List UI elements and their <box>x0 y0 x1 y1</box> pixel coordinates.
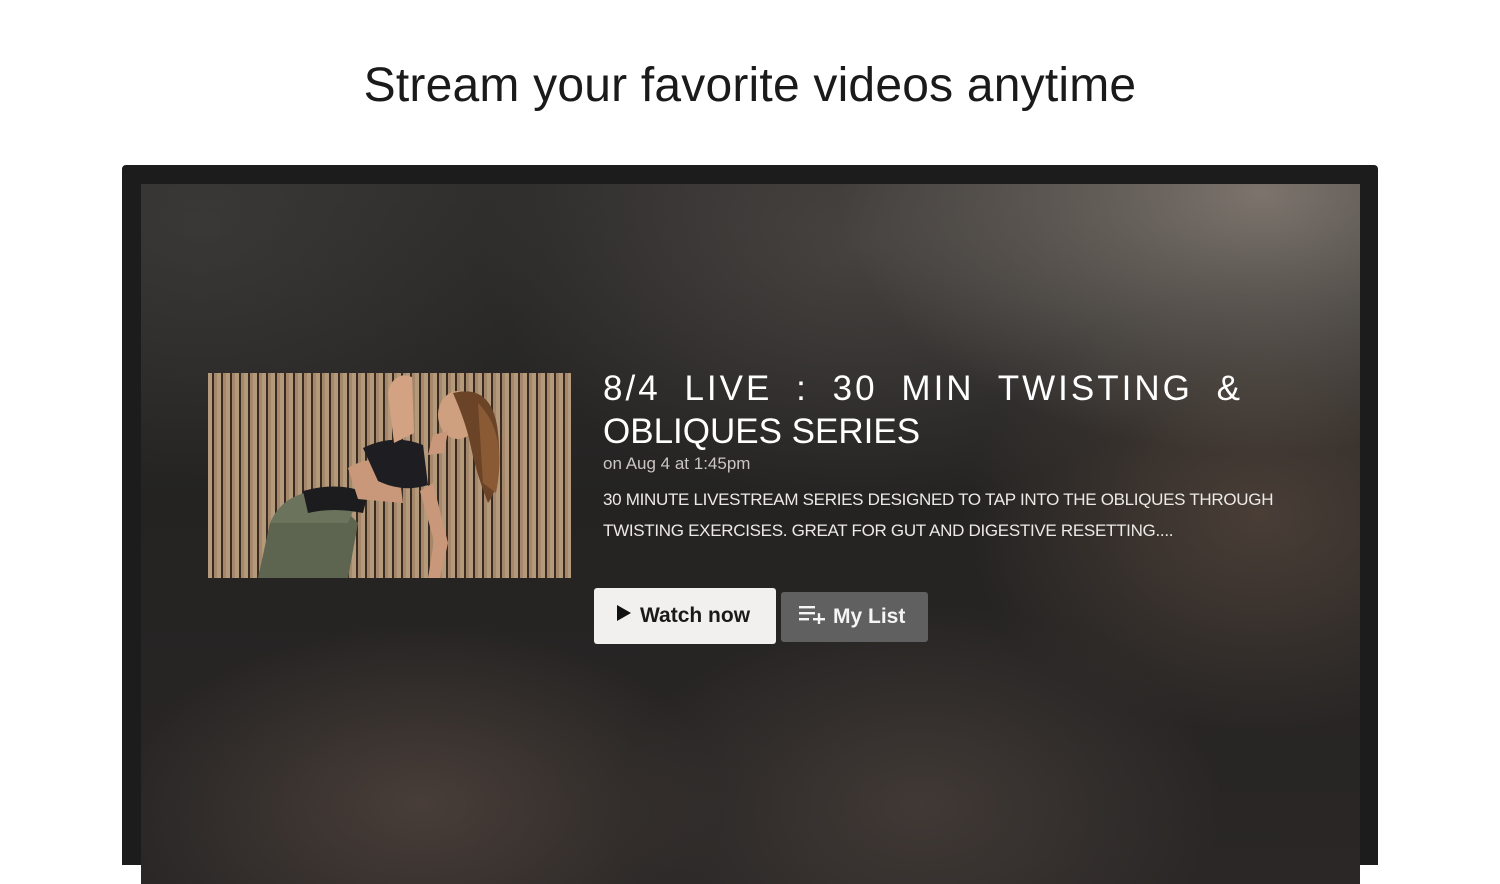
watch-now-label: Watch now <box>640 604 751 627</box>
video-date: on Aug 4 at 1:45pm <box>603 454 751 473</box>
my-list-button[interactable]: My List <box>781 592 928 642</box>
playlist-add-icon <box>799 604 825 630</box>
video-title-line2: OBLIQUES SERIES <box>603 412 921 451</box>
tv-screen: 8/4 LIVE : 30 MIN TWISTING & OBLIQUES SE… <box>141 184 1360 884</box>
video-title-line1: 8/4 LIVE : 30 MIN TWISTING & <box>603 369 1243 408</box>
video-thumbnail[interactable] <box>208 373 571 578</box>
video-description-line2: TWISTING EXERCISES. GREAT FOR GUT AND DI… <box>603 521 1174 540</box>
yoga-pose-image <box>208 373 571 578</box>
play-icon <box>616 604 632 628</box>
my-list-label: My List <box>833 605 906 628</box>
video-title: 8/4 LIVE : 30 MIN TWISTING & OBLIQUES SE… <box>603 367 1243 453</box>
tv-frame: 8/4 LIVE : 30 MIN TWISTING & OBLIQUES SE… <box>122 165 1378 884</box>
video-description: 30 MINUTE LIVESTREAM SERIES DESIGNED TO … <box>603 484 1303 546</box>
page-headline: Stream your favorite videos anytime <box>363 59 1137 112</box>
video-description-line1: 30 MINUTE LIVESTREAM SERIES DESIGNED TO … <box>603 490 1274 509</box>
watch-now-button[interactable]: Watch now <box>594 588 776 644</box>
